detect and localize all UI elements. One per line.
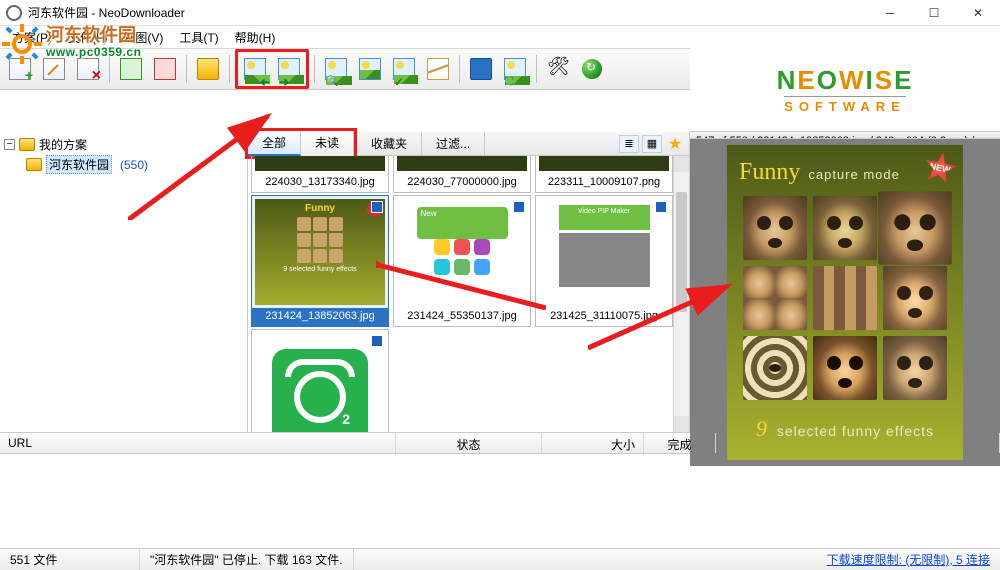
window-title: 河东软件园 - NeoDownloader — [28, 4, 868, 21]
thumb-caption: 231424_13852063.jpg — [252, 308, 388, 326]
next-image-button[interactable] — [273, 53, 305, 85]
wallpaper-button[interactable] — [465, 53, 497, 85]
col-done[interactable]: 完成 — [644, 433, 716, 453]
folder-icon — [19, 138, 35, 151]
col-url[interactable]: URL — [0, 433, 396, 453]
unread-badge-icon — [371, 201, 383, 213]
view-list-button[interactable]: ≣ — [619, 135, 639, 153]
preview-info-bar: 547 of 550 / 231424_13852063.jpg / 340 x… — [690, 132, 1000, 139]
thumb-caption: 231425_31110075.jpg — [536, 308, 672, 326]
app-icon — [6, 5, 22, 21]
window-titlebar: 河东软件园 - NeoDownloader ─ ☐ ✕ — [0, 0, 1000, 26]
menu-tools[interactable]: 工具(T) — [173, 27, 224, 48]
tree-project-node[interactable]: 河东软件园 (550) — [4, 155, 243, 174]
status-bar: 551 文件 "河东软件园" 已停止. 下载 163 文件. 下载速度限制: (… — [0, 548, 1000, 570]
main-toolbar — [0, 48, 690, 90]
thumb-item[interactable]: 223311_10009107.png — [535, 156, 673, 193]
thumb-item[interactable]: 224030_77000000.jpg — [393, 156, 531, 193]
thumb-caption: 223311_10009107.png — [536, 174, 672, 192]
status-file-count: 551 文件 — [0, 549, 140, 570]
vertical-scrollbar[interactable] — [673, 156, 689, 432]
edit-project-button[interactable] — [38, 53, 70, 85]
tab-all[interactable]: 全部 — [248, 131, 301, 156]
preview-pane: 547 of 550 / 231424_13852063.jpg / 340 x… — [690, 132, 1000, 432]
folder-icon — [26, 158, 42, 171]
preview-viewport[interactable]: NEW Funny capture mode 9 s — [690, 139, 1000, 466]
thumb-item[interactable]: Video PIP Maker 231425_31110075.jpg — [535, 195, 673, 327]
tree-root-label: 我的方案 — [39, 136, 87, 153]
window-close-button[interactable]: ✕ — [956, 0, 1000, 26]
brand-logo-panel: NEOWISE SOFTWARE — [690, 48, 1000, 132]
project-tree: − 我的方案 河东软件园 (550) — [0, 132, 248, 432]
fullscreen-button[interactable] — [499, 53, 531, 85]
open-folder-button[interactable] — [192, 53, 224, 85]
tree-root[interactable]: − 我的方案 — [4, 136, 243, 153]
menu-project[interactable]: 方案(P) — [6, 27, 58, 48]
brand-logo-sub: SOFTWARE — [784, 96, 906, 114]
unread-badge-icon — [513, 201, 525, 213]
delete-image-button[interactable] — [354, 53, 386, 85]
start-button[interactable] — [115, 53, 147, 85]
thumb-item[interactable]: New 231424_55350137.jpg — [393, 195, 531, 327]
thumb-caption: 224030_13173340.jpg — [252, 174, 388, 192]
thumb-caption: 231424_55350137.jpg — [394, 308, 530, 326]
mark-read-button[interactable] — [388, 53, 420, 85]
preview-title-sub: capture mode — [808, 167, 900, 182]
thumbnail-pane: 全部 未读 收藏夹 过滤... ≣ ▦ ★ 224030_13173340.jp… — [248, 132, 690, 432]
col-size[interactable]: 大小 — [542, 433, 644, 453]
view-thumbs-button[interactable]: ▦ — [642, 135, 662, 153]
collapse-icon[interactable]: − — [4, 139, 15, 150]
favorite-star-button[interactable]: ★ — [665, 135, 685, 153]
thumb-caption: 224030_77000000.jpg — [394, 174, 530, 192]
thumb-item[interactable]: 2 232208_40850096.png — [251, 329, 389, 432]
tab-favorites[interactable]: 收藏夹 — [357, 132, 422, 155]
preview-title-main: Funny — [739, 159, 800, 186]
tree-project-label: 河东软件园 — [46, 155, 112, 174]
thumb-item-selected[interactable]: Funny9 selected funny effects 231424_138… — [251, 195, 389, 327]
preview-footer-text: selected funny effects — [772, 423, 934, 439]
unread-badge-icon — [655, 201, 667, 213]
tab-filter[interactable]: 过滤... — [422, 132, 485, 155]
status-speed-limit-link[interactable]: 下载速度限制: (无限制), 5 连接 — [817, 549, 1000, 570]
brand-logo-text: NEOWISE — [777, 65, 914, 96]
col-status[interactable]: 状态 — [396, 433, 542, 453]
download-list-body — [0, 454, 1000, 548]
menu-view[interactable]: 视图(V) — [117, 27, 169, 48]
thumbnail-grid[interactable]: 224030_13173340.jpg 224030_77000000.jpg … — [248, 156, 689, 432]
window-maximize-button[interactable]: ☐ — [912, 0, 956, 26]
delete-project-button[interactable] — [72, 53, 104, 85]
unread-badge-icon — [371, 335, 383, 347]
status-message: "河东软件园" 已停止. 下载 163 文件. — [140, 549, 354, 570]
window-minimize-button[interactable]: ─ — [868, 0, 912, 26]
menu-file[interactable]: 文件(F) — [62, 27, 113, 48]
menu-bar: 方案(P) 文件(F) 视图(V) 工具(T) 帮助(H) — [0, 26, 1000, 48]
new-project-button[interactable] — [4, 53, 36, 85]
tab-unread[interactable]: 未读 — [301, 131, 354, 156]
preview-image: NEW Funny capture mode 9 s — [727, 145, 963, 460]
stop-button[interactable] — [149, 53, 181, 85]
thumb-item[interactable]: 224030_13173340.jpg — [251, 156, 389, 193]
tree-project-count: (550) — [120, 158, 148, 172]
highlight-box-nav — [235, 49, 309, 89]
view-image-button[interactable] — [320, 53, 352, 85]
filter-tab-row: 全部 未读 收藏夹 过滤... ≣ ▦ ★ — [248, 132, 689, 156]
update-button[interactable] — [576, 53, 608, 85]
prev-image-button[interactable] — [239, 53, 271, 85]
highlight-box-tabs: 全部 未读 — [245, 128, 357, 159]
preview-footer-num: 9 — [756, 416, 768, 441]
email-image-button[interactable] — [422, 53, 454, 85]
settings-button[interactable] — [542, 53, 574, 85]
menu-help[interactable]: 帮助(H) — [229, 27, 282, 48]
